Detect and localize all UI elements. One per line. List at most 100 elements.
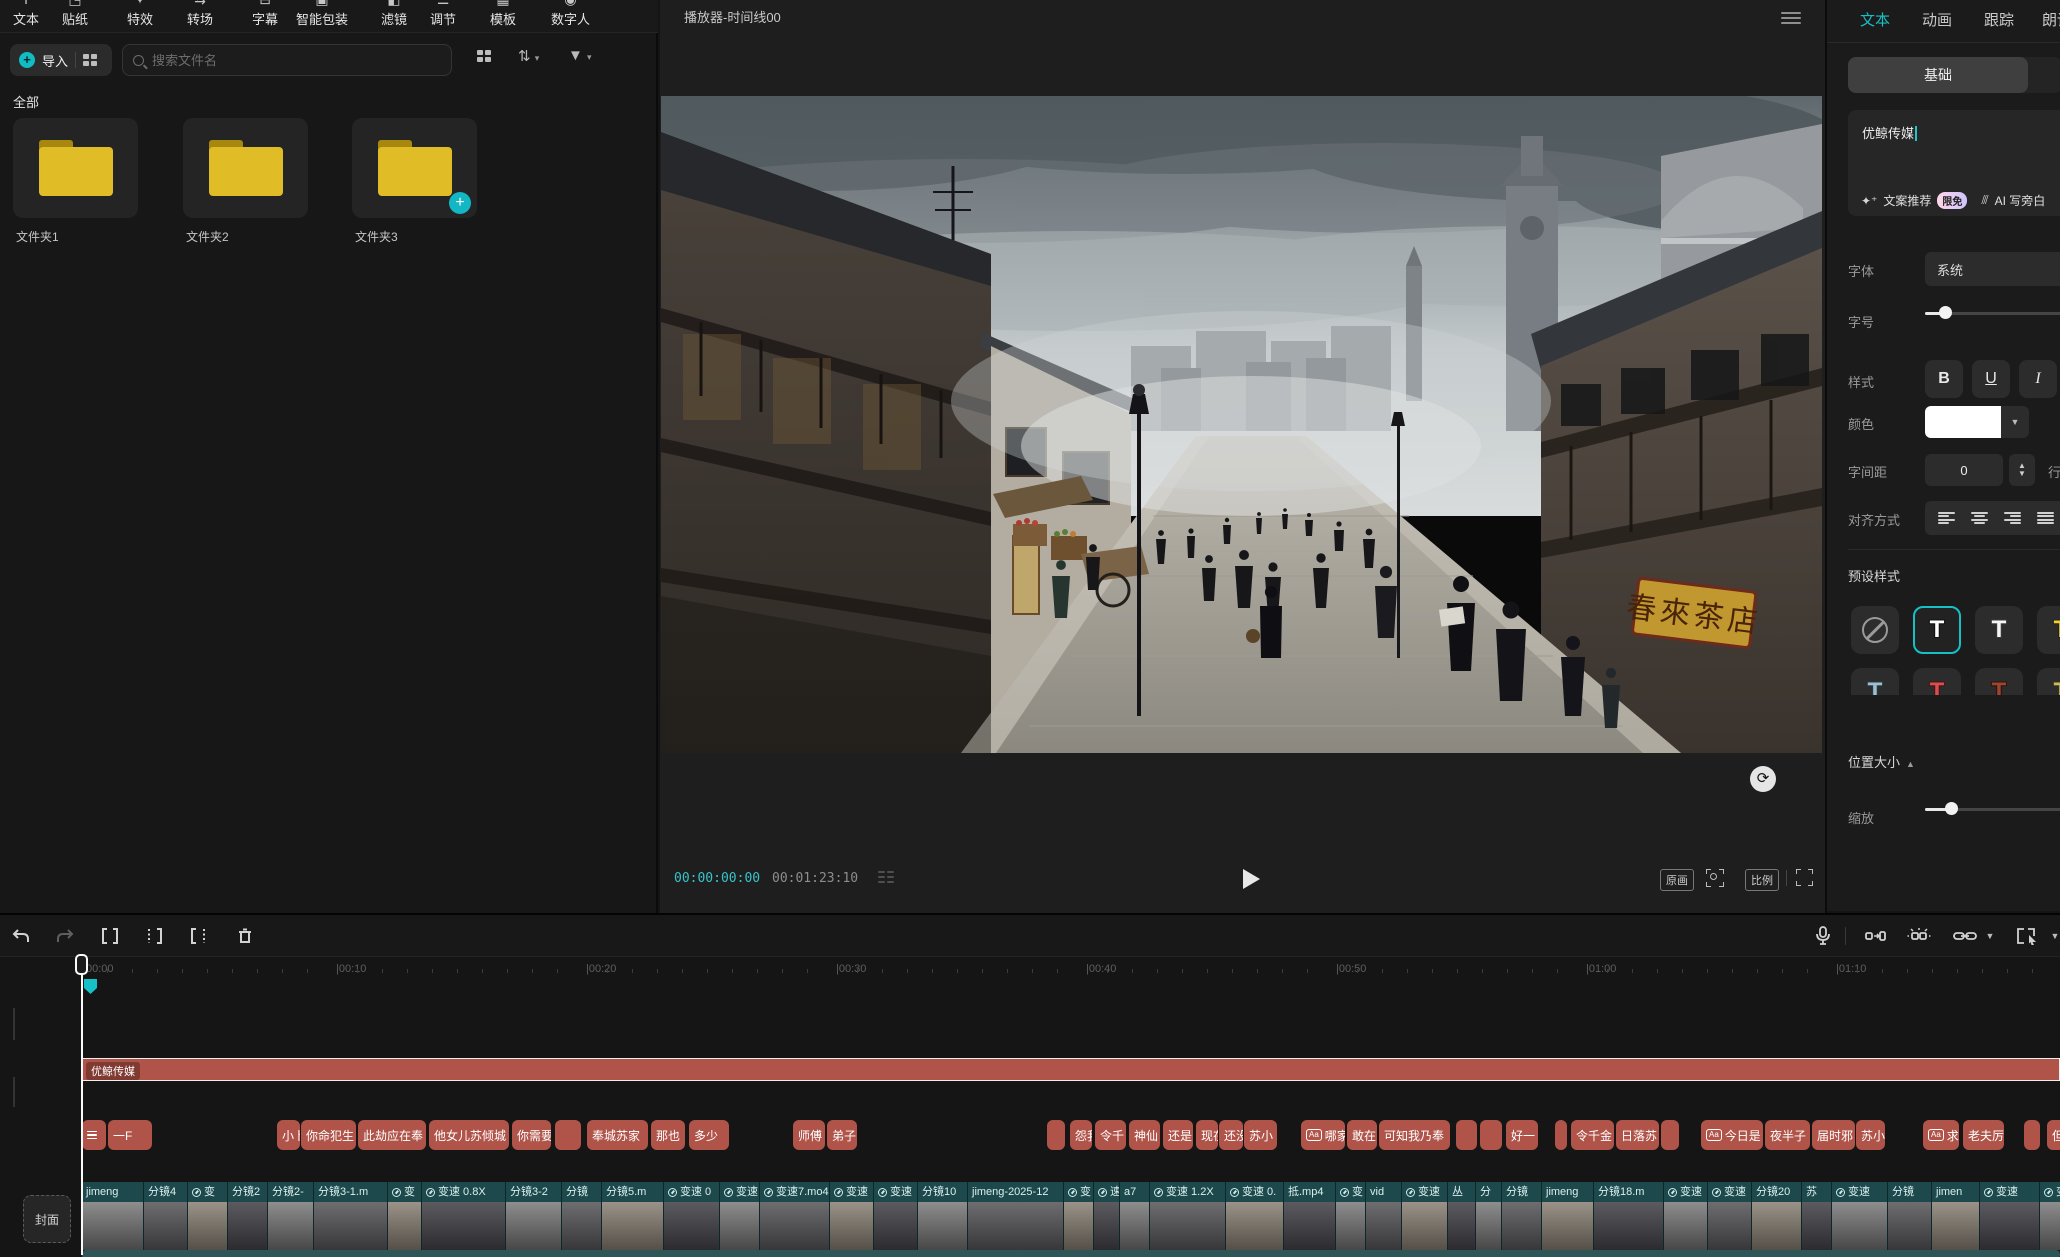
video-clip[interactable]: 分镜20 [1752,1182,1802,1250]
tab-跟踪[interactable]: 跟踪 [1984,9,2014,30]
subtitle-clip[interactable]: Aa今日是 [1701,1120,1763,1150]
subtitle-clip[interactable]: 此劫应在奉 [358,1120,426,1150]
subtitle-clip[interactable]: 多少 [689,1120,729,1150]
redo-icon[interactable] [52,923,78,949]
preset-text-tile[interactable]: T [1975,668,2023,695]
video-clip[interactable]: 分镜10 [918,1182,968,1250]
grid-small-icon[interactable] [83,54,97,66]
sort-icon[interactable]: ⇅ ▾ [518,47,539,65]
folder-card[interactable] [183,118,308,218]
video-clip[interactable]: 变速 1.2X [1150,1182,1226,1250]
text-track-bar[interactable]: 优鲸传媒 [82,1058,2060,1081]
undo-icon[interactable] [8,923,34,949]
ai-write-button[interactable]: AI 写旁白 [1995,192,2046,209]
preset-text-tile[interactable]: T [1913,606,1961,654]
subtitle-clip[interactable]: 他女儿苏倾城 [429,1120,509,1150]
video-clip[interactable]: 分镜3-1.m [314,1182,388,1250]
align-justify-icon[interactable] [2037,512,2054,525]
menu-item-2[interactable]: ◳贴纸 [62,0,88,28]
chevron-down-icon[interactable]: ▼ [2048,923,2060,949]
preview-axis-icon[interactable] [1906,923,1932,949]
preset-text-tile[interactable]: T [1913,668,1961,695]
menu-item-4[interactable]: ⇆转场 [187,0,213,28]
cover-button[interactable]: 封面 [23,1195,71,1243]
preset-text-tile[interactable]: T [2037,606,2060,654]
subtitle-clip[interactable]: 还没 [1219,1120,1243,1150]
subtitle-clip[interactable] [1456,1120,1477,1150]
video-clip[interactable]: 变 [188,1182,228,1250]
grid-view-icon[interactable] [477,50,491,62]
italic-button[interactable]: I [2019,360,2057,398]
color-swatch[interactable] [1925,406,2001,438]
preset-text-tile[interactable]: T [1851,668,1899,695]
fullscreen-icon[interactable] [1796,869,1813,886]
preset-text-tile[interactable]: T [2037,668,2060,695]
folder-card[interactable]: + [352,118,477,218]
video-clip[interactable]: jimeng [82,1182,144,1250]
subtitle-clip[interactable]: 师傅 [793,1120,825,1150]
video-clip[interactable]: 分镜2- [268,1182,314,1250]
subtitle-clip[interactable]: 怨我 [1070,1120,1092,1150]
import-button[interactable]: + 导入 [10,44,112,76]
underline-button[interactable]: U [1972,360,2010,398]
segments-icon[interactable] [878,871,894,885]
font-select[interactable]: 系统 [1925,252,2060,286]
video-clip[interactable]: 变速 0 [664,1182,720,1250]
video-clip[interactable]: 苏 [1802,1182,1832,1250]
letter-spacing-value[interactable]: 0 [1925,454,2003,486]
subtitle-clip[interactable]: 敢在 [1347,1120,1377,1150]
subtitle-clip[interactable] [1480,1120,1502,1150]
bold-button[interactable]: B [1925,360,1963,398]
position-size-header[interactable]: 位置大小▲ [1848,752,1915,771]
subtitle-clip[interactable]: 现在 [1196,1120,1218,1150]
color-picker[interactable]: ▼ [1925,406,2029,438]
subtitle-clip[interactable]: 夜半子 [1765,1120,1810,1150]
subtitle-clip[interactable] [2024,1120,2040,1150]
video-clip[interactable]: 变速 [874,1182,918,1250]
player-menu-icon[interactable] [1781,9,1801,27]
playhead-handle[interactable] [75,954,88,975]
subtitle-clip[interactable]: 奉城苏家 [587,1120,648,1150]
menu-item-10[interactable]: ◉数字人 [551,0,590,28]
subtitle-clip[interactable]: 小卜 [277,1120,300,1150]
split-icon[interactable] [97,923,123,949]
subtitle-clip[interactable] [1555,1120,1567,1150]
link-icon[interactable] [1952,923,1978,949]
letter-spacing-spinner[interactable]: ▲▼ [2009,454,2035,486]
video-clip[interactable]: vid [1366,1182,1402,1250]
tab-动画[interactable]: 动画 [1922,9,1952,30]
menu-item-8[interactable]: ⚌调节 [430,0,456,28]
subtitle-clip[interactable]: 还是 [1163,1120,1193,1150]
tab-文本[interactable]: 文本 [1860,9,1890,30]
video-clip[interactable]: 变 [1064,1182,1094,1250]
video-clip[interactable]: 变速7.mo4 [760,1182,830,1250]
folder-card[interactable] [13,118,138,218]
rotate-handle-icon[interactable]: ⟳ [1750,766,1776,792]
snap-icon[interactable] [1862,923,1888,949]
video-clip[interactable]: 变速 0. [1226,1182,1284,1250]
select-tool-icon[interactable] [2014,923,2040,949]
subtitle-clip[interactable] [555,1120,581,1150]
subtitle-clip[interactable]: 一F [108,1120,152,1150]
video-clip[interactable]: jimen [1932,1182,1980,1250]
video-clip[interactable]: 变速 [1980,1182,2040,1250]
align-left-icon[interactable] [1938,512,1955,525]
align-center-icon[interactable] [1971,512,1988,525]
video-clip[interactable]: 丛 [1448,1182,1476,1250]
video-clip[interactable]: 变 [388,1182,422,1250]
timeline-ruler[interactable]: 00:00|00:10|00:20|00:30|00:40|00:50|01:0… [0,957,2060,988]
record-voice-icon[interactable] [1810,923,1836,949]
subtitle-clip[interactable]: 届时邪 [1812,1120,1855,1150]
video-clip[interactable]: 分镜 [562,1182,602,1250]
video-clip[interactable]: 分 [1476,1182,1502,1250]
menu-item-7[interactable]: ◧滤镜 [381,0,407,28]
chevron-down-icon[interactable]: ▼ [2001,406,2029,438]
video-clip[interactable]: a7 [1120,1182,1150,1250]
video-clip[interactable]: 分镜18.m [1594,1182,1664,1250]
keyframe-marker[interactable] [84,979,97,994]
tab-basic[interactable]: 基础 [1848,57,2028,93]
copy-suggest-button[interactable]: 文案推荐 [1883,192,1931,209]
video-clip[interactable]: jimeng [1542,1182,1594,1250]
search-input-wrap[interactable] [122,44,452,76]
add-badge-icon[interactable]: + [449,192,471,214]
